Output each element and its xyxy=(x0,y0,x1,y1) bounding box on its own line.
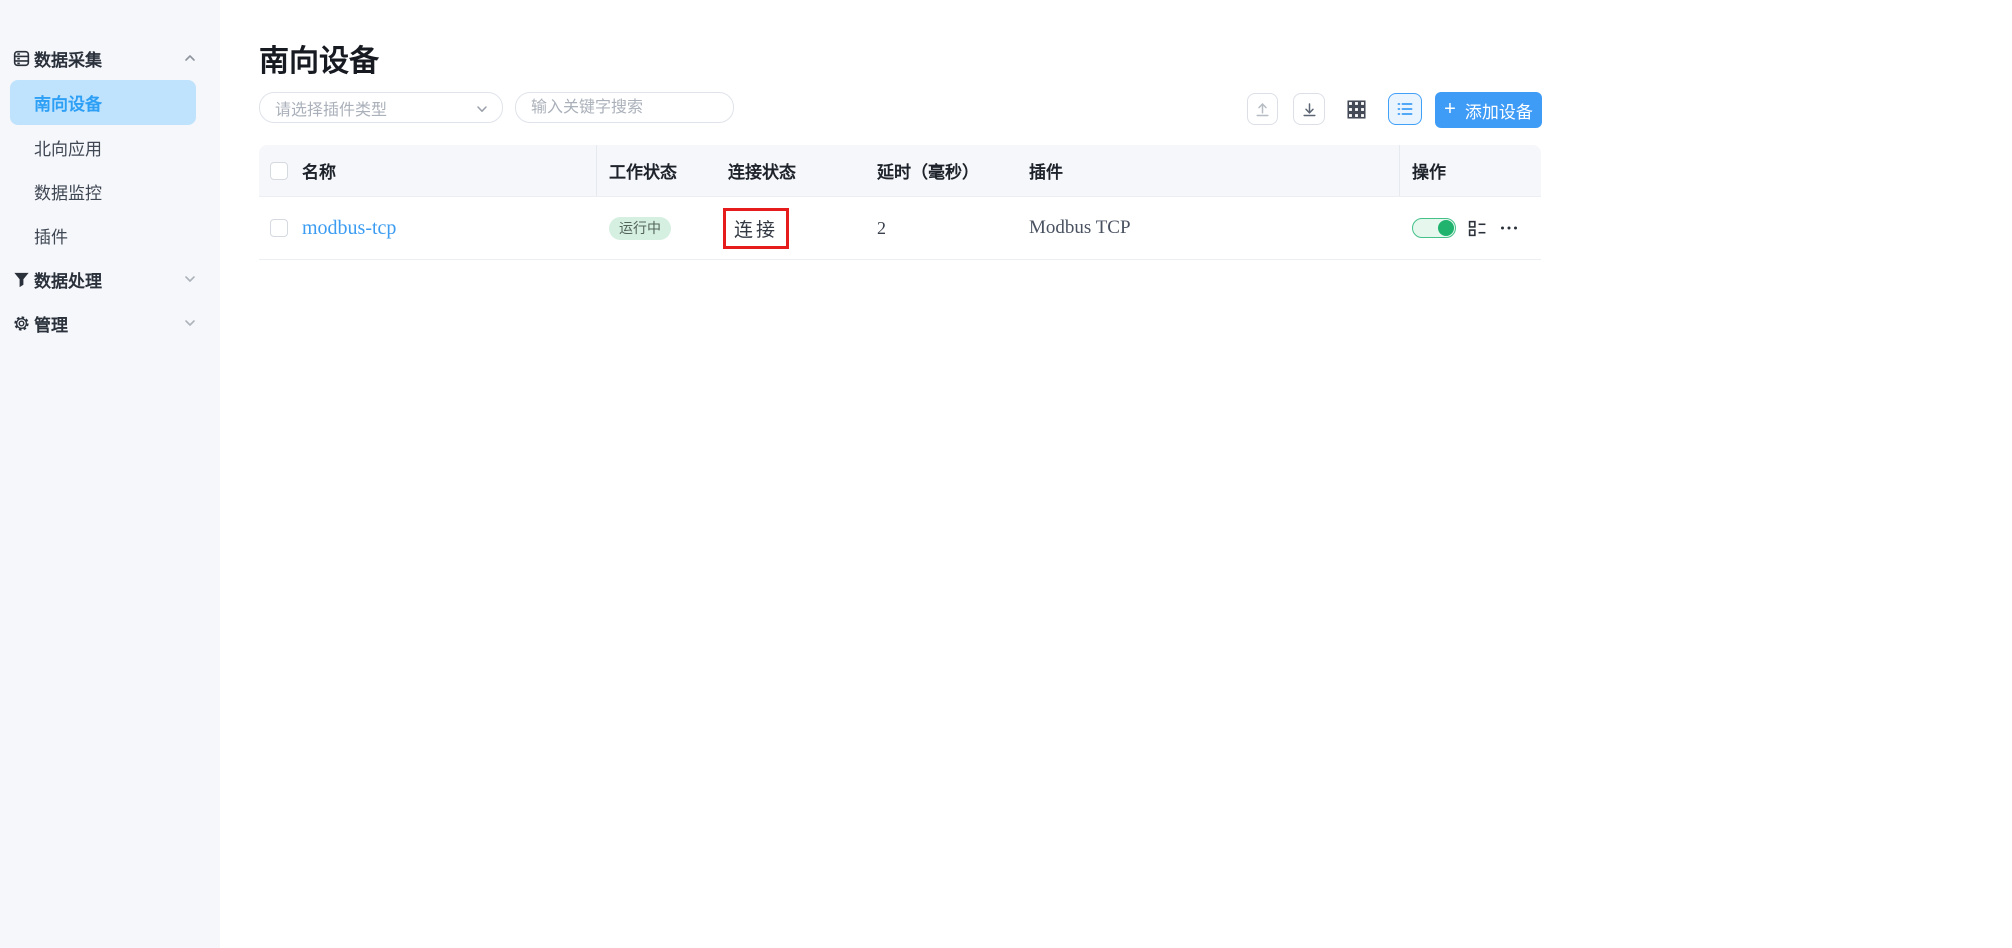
sidebar-item-data-monitoring[interactable]: 数据监控 xyxy=(0,169,220,213)
column-header-delay: 延时（毫秒） xyxy=(866,158,1016,183)
plus-icon: + xyxy=(1444,99,1456,119)
select-placeholder: 请选择插件类型 xyxy=(275,96,387,120)
chevron-down-icon xyxy=(183,316,197,330)
column-header-work-status: 工作状态 xyxy=(596,145,715,196)
column-header-plugin: 插件 xyxy=(1016,158,1399,183)
table-row: modbus-tcp 运行中 连接 2 Modbus TCP xyxy=(259,197,1541,260)
sidebar: 数据采集 南向设备 北向应用 数据监控 插件 数据处理 xyxy=(0,0,220,948)
grid-view-icon xyxy=(1347,100,1366,119)
column-header-operations: 操作 xyxy=(1399,145,1541,196)
search-input[interactable] xyxy=(516,93,733,122)
tag-list-icon[interactable] xyxy=(1468,219,1487,238)
list-view-icon xyxy=(1396,100,1414,118)
upload-icon xyxy=(1254,101,1271,118)
select-all-checkbox[interactable] xyxy=(270,162,288,180)
device-name-link[interactable]: modbus-tcp xyxy=(302,217,396,239)
row-select-cell xyxy=(259,219,296,237)
enable-toggle[interactable] xyxy=(1412,218,1456,238)
row-connection-status-cell: 连接 xyxy=(715,208,866,249)
table-header-row: 名称 工作状态 连接状态 延时（毫秒） 插件 操作 xyxy=(259,145,1541,197)
sidebar-group-label: 数据采集 xyxy=(34,46,102,71)
export-button[interactable] xyxy=(1293,93,1325,125)
row-work-status-cell: 运行中 xyxy=(596,217,715,240)
column-header-connection-status: 连接状态 xyxy=(715,158,866,183)
filter-icon xyxy=(12,270,31,289)
sidebar-group-management[interactable]: 管理 xyxy=(0,301,220,345)
grid-view-button[interactable] xyxy=(1340,93,1372,125)
delay-value: 2 xyxy=(877,218,886,238)
chevron-up-icon xyxy=(183,51,197,65)
sidebar-group-label: 数据处理 xyxy=(34,267,102,292)
row-name-cell: modbus-tcp xyxy=(296,217,596,240)
database-icon xyxy=(12,49,31,68)
sidebar-item-northbound-apps[interactable]: 北向应用 xyxy=(0,125,220,169)
work-status-badge: 运行中 xyxy=(609,217,671,240)
header-select-cell xyxy=(259,162,296,180)
main-content: 南向设备 请选择插件类型 xyxy=(220,0,2012,948)
sidebar-group-label: 管理 xyxy=(34,311,68,336)
row-operations-cell xyxy=(1399,218,1541,238)
sidebar-item-plugins[interactable]: 插件 xyxy=(0,213,220,257)
sidebar-group-data-collection[interactable]: 数据采集 xyxy=(0,36,220,80)
gear-icon xyxy=(12,314,31,333)
connection-status-highlight: 连接 xyxy=(723,208,789,249)
row-plugin-cell: Modbus TCP xyxy=(1016,217,1399,239)
row-checkbox[interactable] xyxy=(270,219,288,237)
chevron-down-icon xyxy=(183,272,197,286)
devices-table: 名称 工作状态 连接状态 延时（毫秒） 插件 操作 modbus-tcp 运行中 xyxy=(259,145,1541,260)
toggle-knob xyxy=(1438,220,1454,236)
list-view-button[interactable] xyxy=(1388,93,1422,125)
column-header-name: 名称 xyxy=(296,158,596,183)
sidebar-nav: 数据采集 南向设备 北向应用 数据监控 插件 数据处理 xyxy=(0,36,220,345)
keyword-search-box xyxy=(515,92,734,123)
row-delay-cell: 2 xyxy=(866,218,1016,239)
more-actions-icon[interactable] xyxy=(1499,218,1519,238)
plugin-type-select[interactable]: 请选择插件类型 xyxy=(259,92,503,123)
chevron-down-icon xyxy=(475,102,489,116)
page-title: 南向设备 xyxy=(259,36,379,80)
plugin-name: Modbus TCP xyxy=(1029,217,1131,238)
sidebar-item-southbound-devices[interactable]: 南向设备 xyxy=(10,80,196,125)
app-window: 数据采集 南向设备 北向应用 数据监控 插件 数据处理 xyxy=(0,0,2012,948)
add-device-button[interactable]: + 添加设备 xyxy=(1435,92,1542,128)
download-icon xyxy=(1301,101,1318,118)
import-button[interactable] xyxy=(1247,93,1278,125)
sidebar-group-data-processing[interactable]: 数据处理 xyxy=(0,257,220,301)
